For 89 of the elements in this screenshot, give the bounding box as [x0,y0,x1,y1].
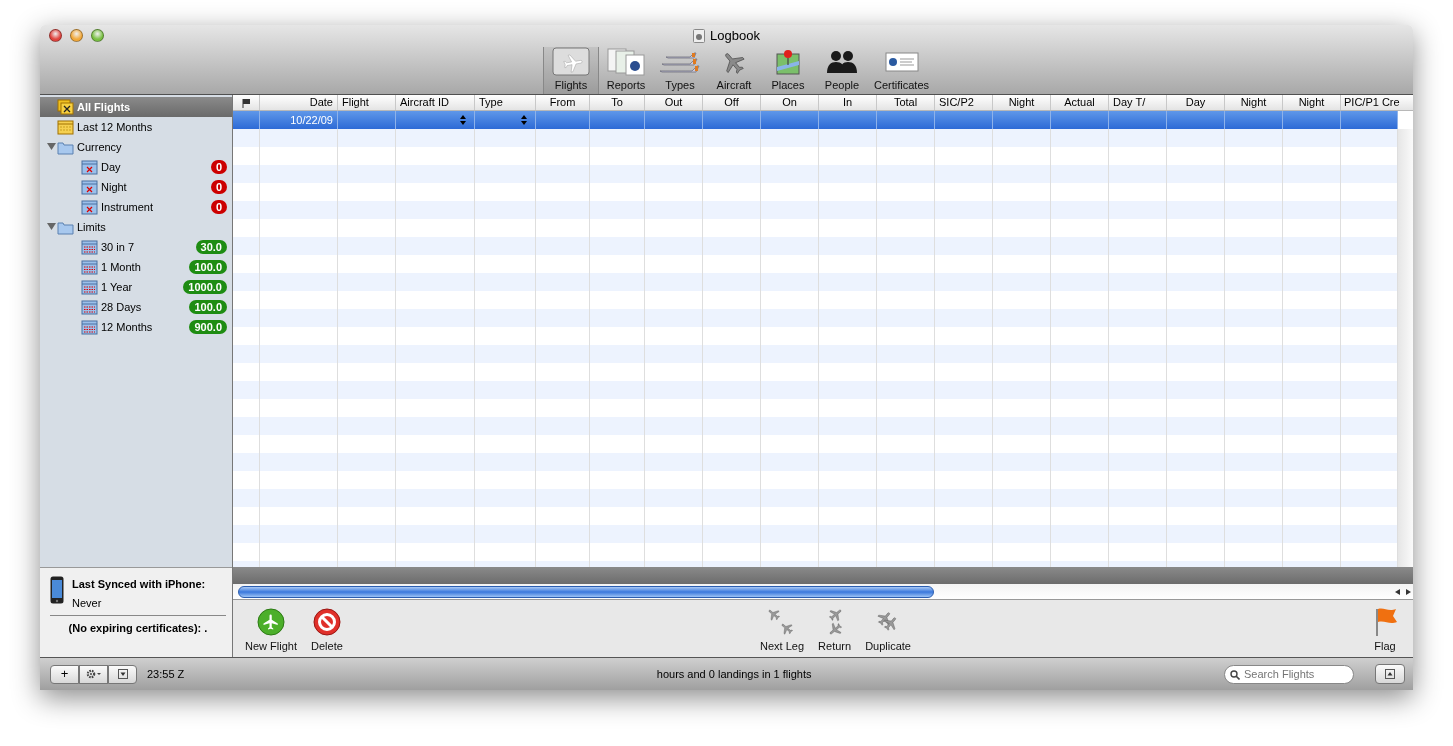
clock-time: 23:55 Z [147,666,185,682]
stepper-icon [460,115,466,125]
folder-icon [57,139,74,155]
sidebar-item[interactable]: 1 Month 100.0 [40,257,232,277]
sidebar-item[interactable]: Night 0 [40,177,232,197]
toolbar-button[interactable]: Places [761,47,815,94]
column-header[interactable]: On [761,95,819,110]
column-header[interactable]: From [536,95,590,110]
sidebar-item[interactable]: Limits [40,217,232,237]
scroll-right-icon [1403,586,1413,597]
column-header[interactable]: Night [1225,95,1283,110]
plane-icon [549,47,593,77]
action-button[interactable]: Duplicate [861,605,915,654]
document-icon [693,29,706,43]
calendar-icon [81,259,98,275]
certificates-note: (No expiring certificates): . [67,621,209,636]
toolbar-button[interactable]: Types [653,47,707,94]
flight-summary: hours and 0 landings in 1 flights [655,666,813,682]
search-field[interactable]: Search Flights [1224,664,1354,684]
toolbar-button[interactable]: Flights [543,47,599,94]
phone-icon [50,576,64,604]
add-button[interactable]: + [50,664,79,684]
gear-icon [85,669,102,679]
action-button[interactable]: Return [814,605,856,654]
column-header[interactable]: Total [877,95,935,110]
dropdown-icon [117,669,128,679]
calendar-icon [57,119,74,135]
column-header[interactable]: In [819,95,877,110]
zoom-button[interactable] [91,29,104,42]
action-button[interactable]: Next Leg [756,605,809,654]
sidebar-item[interactable]: 30 in 7 30.0 [40,237,232,257]
calendar-icon [81,279,98,295]
table-cell: 10/22/09 [290,114,333,126]
column-header[interactable]: Out [645,95,703,110]
stepper-icon [521,115,527,125]
column-header[interactable]: To [590,95,645,110]
flag-icon [242,98,250,108]
column-header[interactable]: PIC/P1 Cre [1341,95,1413,110]
disclosure-triangle-icon [46,142,56,152]
column-header[interactable]: Day [1167,95,1225,110]
column-header[interactable]: Day T/ [1109,95,1167,110]
toggle-button[interactable] [1375,664,1405,684]
toolbar-button[interactable]: Reports [599,47,653,94]
sidebar-item[interactable]: All Flights [40,97,232,117]
sidebar-item[interactable]: 1 Year 1000.0 [40,277,232,297]
column-header[interactable]: Actual [1051,95,1109,110]
sync-label: Last Synced with iPhone: [72,577,206,592]
disclosure-triangle-icon [46,222,56,232]
scrollbar-thumb[interactable] [238,585,934,598]
column-header[interactable]: Aircraft ID [396,95,475,110]
scroll-left-icon [1393,586,1403,597]
prohibited-icon [310,605,343,638]
eject-icon [1385,669,1395,679]
close-button[interactable] [49,29,62,42]
folder-icon [57,219,74,235]
sidebar-item[interactable]: 28 Days 100.0 [40,297,232,317]
action-button[interactable]: New Flight [241,605,301,654]
toolbar-button[interactable]: People [815,47,869,94]
calendar-icon [81,159,98,175]
toolbar-button[interactable]: Aircraft [707,47,761,94]
calendar-icon [81,239,98,255]
circle-plane-icon [255,605,287,638]
column-header[interactable]: SIC/P2 [935,95,993,110]
calendar-icon [81,319,98,335]
column-header[interactable]: Date [260,95,338,110]
column-header[interactable]: Night [1283,95,1341,110]
sidebar-item[interactable]: Instrument 0 [40,197,232,217]
action-button[interactable]: Flag [1365,605,1405,654]
calendar-icon [81,179,98,195]
selected-row[interactable]: 10/22/09 [233,111,1398,129]
column-header[interactable]: Type [475,95,536,110]
sidebar-item[interactable]: Day 0 [40,157,232,177]
toolbar-button[interactable]: Certificates [869,47,934,94]
report-sheets-icon [604,47,648,77]
column-header[interactable]: Flight [338,95,396,110]
calendar-icon [81,199,98,215]
column-header[interactable]: Off [703,95,761,110]
sidebar-item[interactable]: Last 12 Months [40,117,232,137]
window-title: Logbook [710,27,760,46]
sidebar-item[interactable]: 12 Months 900.0 [40,317,232,337]
column-header[interactable]: Night [993,95,1051,110]
sync-value: Never [72,595,103,611]
smart-folder-icon [57,99,74,115]
action-button[interactable]: Delete [306,605,347,654]
calendar-icon [81,299,98,315]
menu-button[interactable] [108,664,137,684]
minimize-button[interactable] [70,29,83,42]
sidebar-item[interactable]: Currency [40,137,232,157]
gear-button[interactable] [79,664,108,684]
